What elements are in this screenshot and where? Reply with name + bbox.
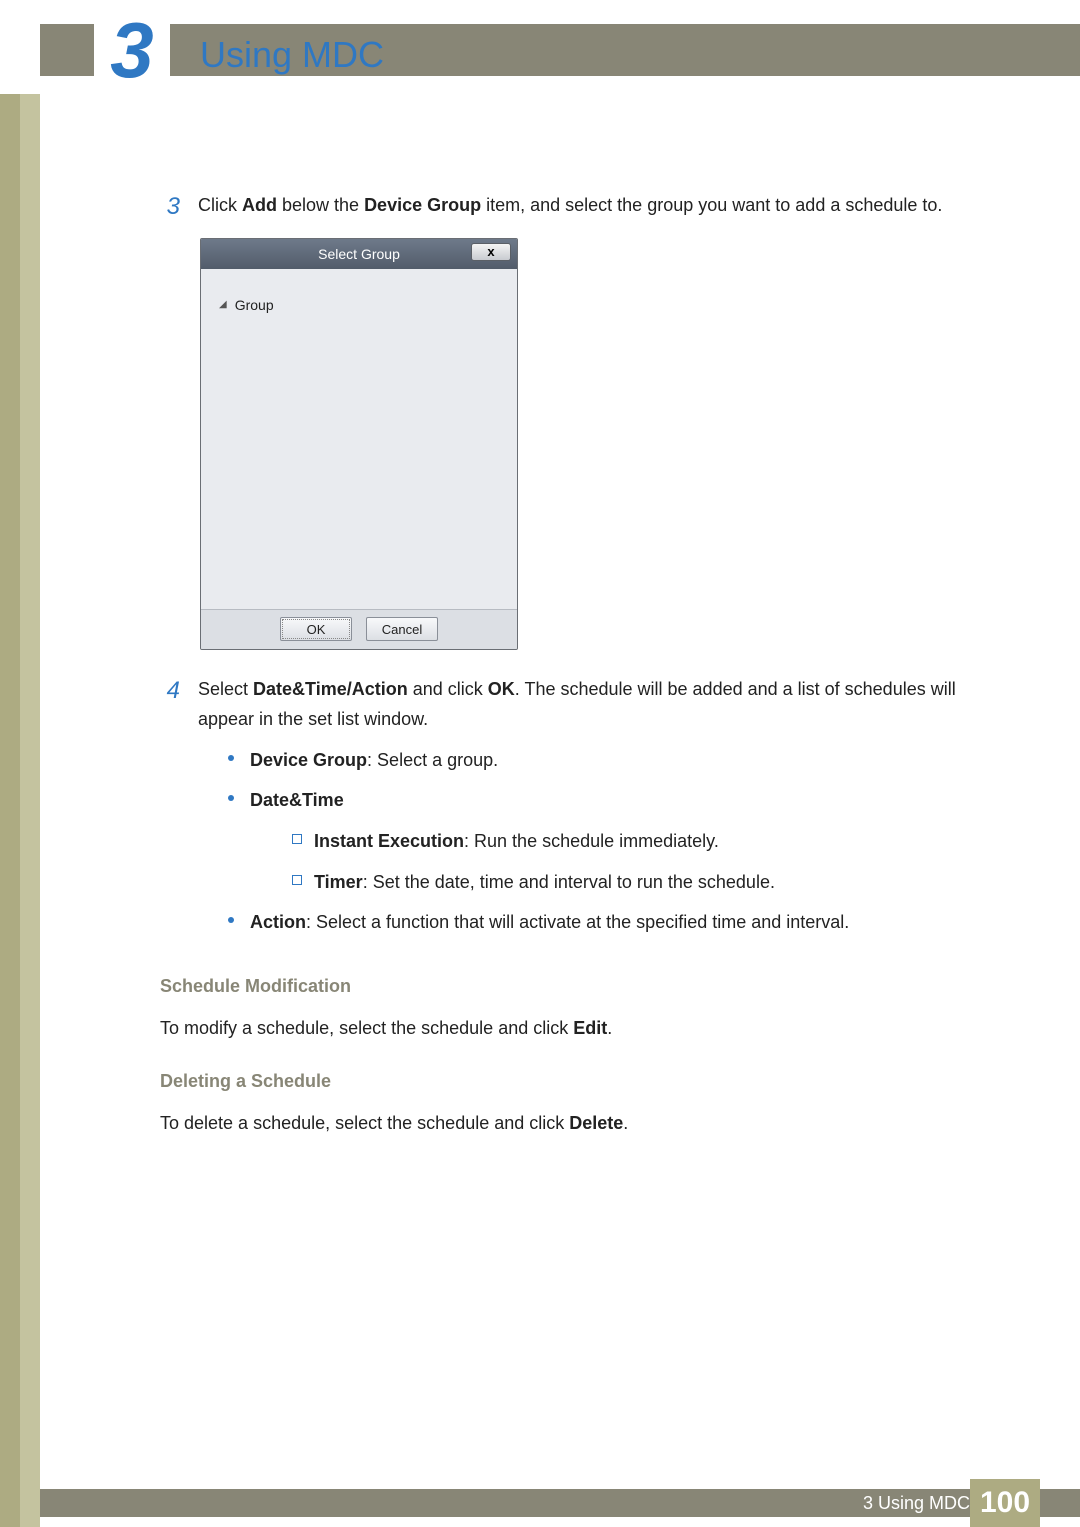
list-item: Date&Time Instant Execution: Run the sch… xyxy=(228,785,1000,897)
dialog-footer: OK Cancel xyxy=(201,609,517,649)
step-4: 4 Select Date&Time/Action and click OK. … xyxy=(160,674,1000,948)
select-group-dialog: Select Group x ◢ Group OK Cancel xyxy=(200,238,518,650)
footer-label: 3 Using MDC xyxy=(40,1489,1080,1517)
step-number: 3 xyxy=(160,190,180,224)
section-heading-schedule-modification: Schedule Modification xyxy=(160,976,1000,997)
dialog-body: ◢ Group xyxy=(201,269,517,609)
section-heading-deleting-schedule: Deleting a Schedule xyxy=(160,1071,1000,1092)
list-item: Action: Select a function that will acti… xyxy=(228,907,1000,938)
tree-collapse-icon: ◢ xyxy=(219,299,227,310)
sub-bullet-list: Instant Execution: Run the schedule imme… xyxy=(250,826,1000,897)
paragraph: To delete a schedule, select the schedul… xyxy=(160,1108,1000,1139)
step-3: 3 Click Add below the Device Group item,… xyxy=(160,190,1000,650)
tree-root-item[interactable]: ◢ Group xyxy=(219,297,499,313)
page-content: 3 Click Add below the Device Group item,… xyxy=(160,190,1000,1153)
step-text: Select Date&Time/Action and click OK. Th… xyxy=(198,674,1000,948)
ok-button[interactable]: OK xyxy=(280,617,352,641)
close-button[interactable]: x xyxy=(471,243,511,261)
page-number: 100 xyxy=(970,1479,1040,1527)
step-number: 4 xyxy=(160,674,180,708)
paragraph: To modify a schedule, select the schedul… xyxy=(160,1013,1000,1044)
cancel-button[interactable]: Cancel xyxy=(366,617,438,641)
tree-item-label: Group xyxy=(235,297,274,313)
dialog-title: Select Group xyxy=(318,246,400,262)
page-footer: 3 Using MDC 100 xyxy=(0,1479,1080,1527)
chapter-title: Using MDC xyxy=(200,34,384,76)
page-header: 3 Using MDC xyxy=(0,0,1080,94)
bullet-list: Device Group: Select a group. Date&Time … xyxy=(198,745,1000,938)
left-margin-stripe xyxy=(0,0,40,1527)
step-text: Click Add below the Device Group item, a… xyxy=(198,190,1000,221)
chapter-number: 3 xyxy=(110,11,153,89)
close-icon: x xyxy=(487,244,494,259)
list-item: Instant Execution: Run the schedule imme… xyxy=(292,826,1000,857)
dialog-titlebar: Select Group x xyxy=(201,239,517,269)
list-item: Device Group: Select a group. xyxy=(228,745,1000,776)
list-item: Timer: Set the date, time and interval t… xyxy=(292,867,1000,898)
chapter-number-badge: 3 xyxy=(94,12,170,88)
